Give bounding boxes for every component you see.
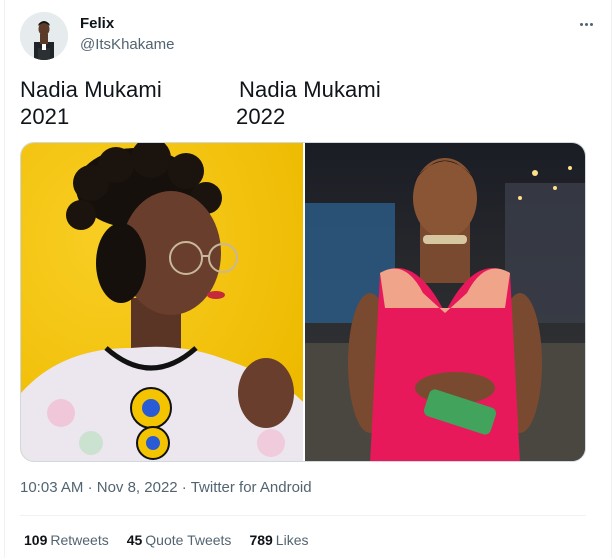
tweet-text: Nadia Mukami 2021 Nadia Mukami 2022 xyxy=(20,76,580,132)
likes-label: Likes xyxy=(275,532,309,548)
tweet-meta: 10:03 AM · Nov 8, 2022 · Twitter for And… xyxy=(20,478,312,498)
tweet-media[interactable] xyxy=(20,142,586,462)
likes-stat[interactable]: 789 Likes xyxy=(249,530,308,550)
retweets-label: Retweets xyxy=(50,532,109,548)
quote-tweets-count: 45 xyxy=(126,532,143,548)
tweet-stats: 109 Retweets 45 Quote Tweets 789 Likes xyxy=(24,530,308,550)
tweet-text-right: Nadia Mukami 2022 xyxy=(236,76,381,130)
more-dot xyxy=(579,22,583,26)
likes-count: 789 xyxy=(249,532,273,548)
author-names: Felix @ItsKhakame xyxy=(80,14,174,55)
more-dot xyxy=(584,22,588,26)
tweet-date[interactable]: Nov 8, 2022 xyxy=(97,479,178,496)
tweet-header: Felix @ItsKhakame xyxy=(20,12,596,60)
retweets-count: 109 xyxy=(24,532,48,548)
photo-2022[interactable] xyxy=(305,143,585,461)
more-horizontal-icon[interactable] xyxy=(574,12,598,36)
photo-2021[interactable] xyxy=(21,143,303,461)
meta-separator: · xyxy=(181,479,191,496)
tweet-text-right-line2: 2022 xyxy=(236,104,286,129)
more-dot xyxy=(589,22,593,26)
tweet-time[interactable]: 10:03 AM xyxy=(20,479,83,496)
avatar[interactable] xyxy=(20,12,68,60)
author-display-name[interactable]: Felix xyxy=(80,14,174,34)
divider xyxy=(20,515,586,516)
tweet-text-left-line2: 2021 xyxy=(20,104,70,129)
tweet-text-right-line1: Nadia Mukami xyxy=(239,77,381,102)
tweet-text-left: Nadia Mukami 2021 xyxy=(20,76,162,130)
meta-separator: · xyxy=(87,479,97,496)
tweet-text-left-line1: Nadia Mukami xyxy=(20,77,162,102)
quote-tweets-label: Quote Tweets xyxy=(145,532,232,548)
author-handle[interactable]: @ItsKhakame xyxy=(80,35,174,55)
retweets-stat[interactable]: 109 Retweets xyxy=(24,530,109,550)
quote-tweets-stat[interactable]: 45 Quote Tweets xyxy=(127,530,232,550)
tweet-source[interactable]: Twitter for Android xyxy=(191,479,312,496)
